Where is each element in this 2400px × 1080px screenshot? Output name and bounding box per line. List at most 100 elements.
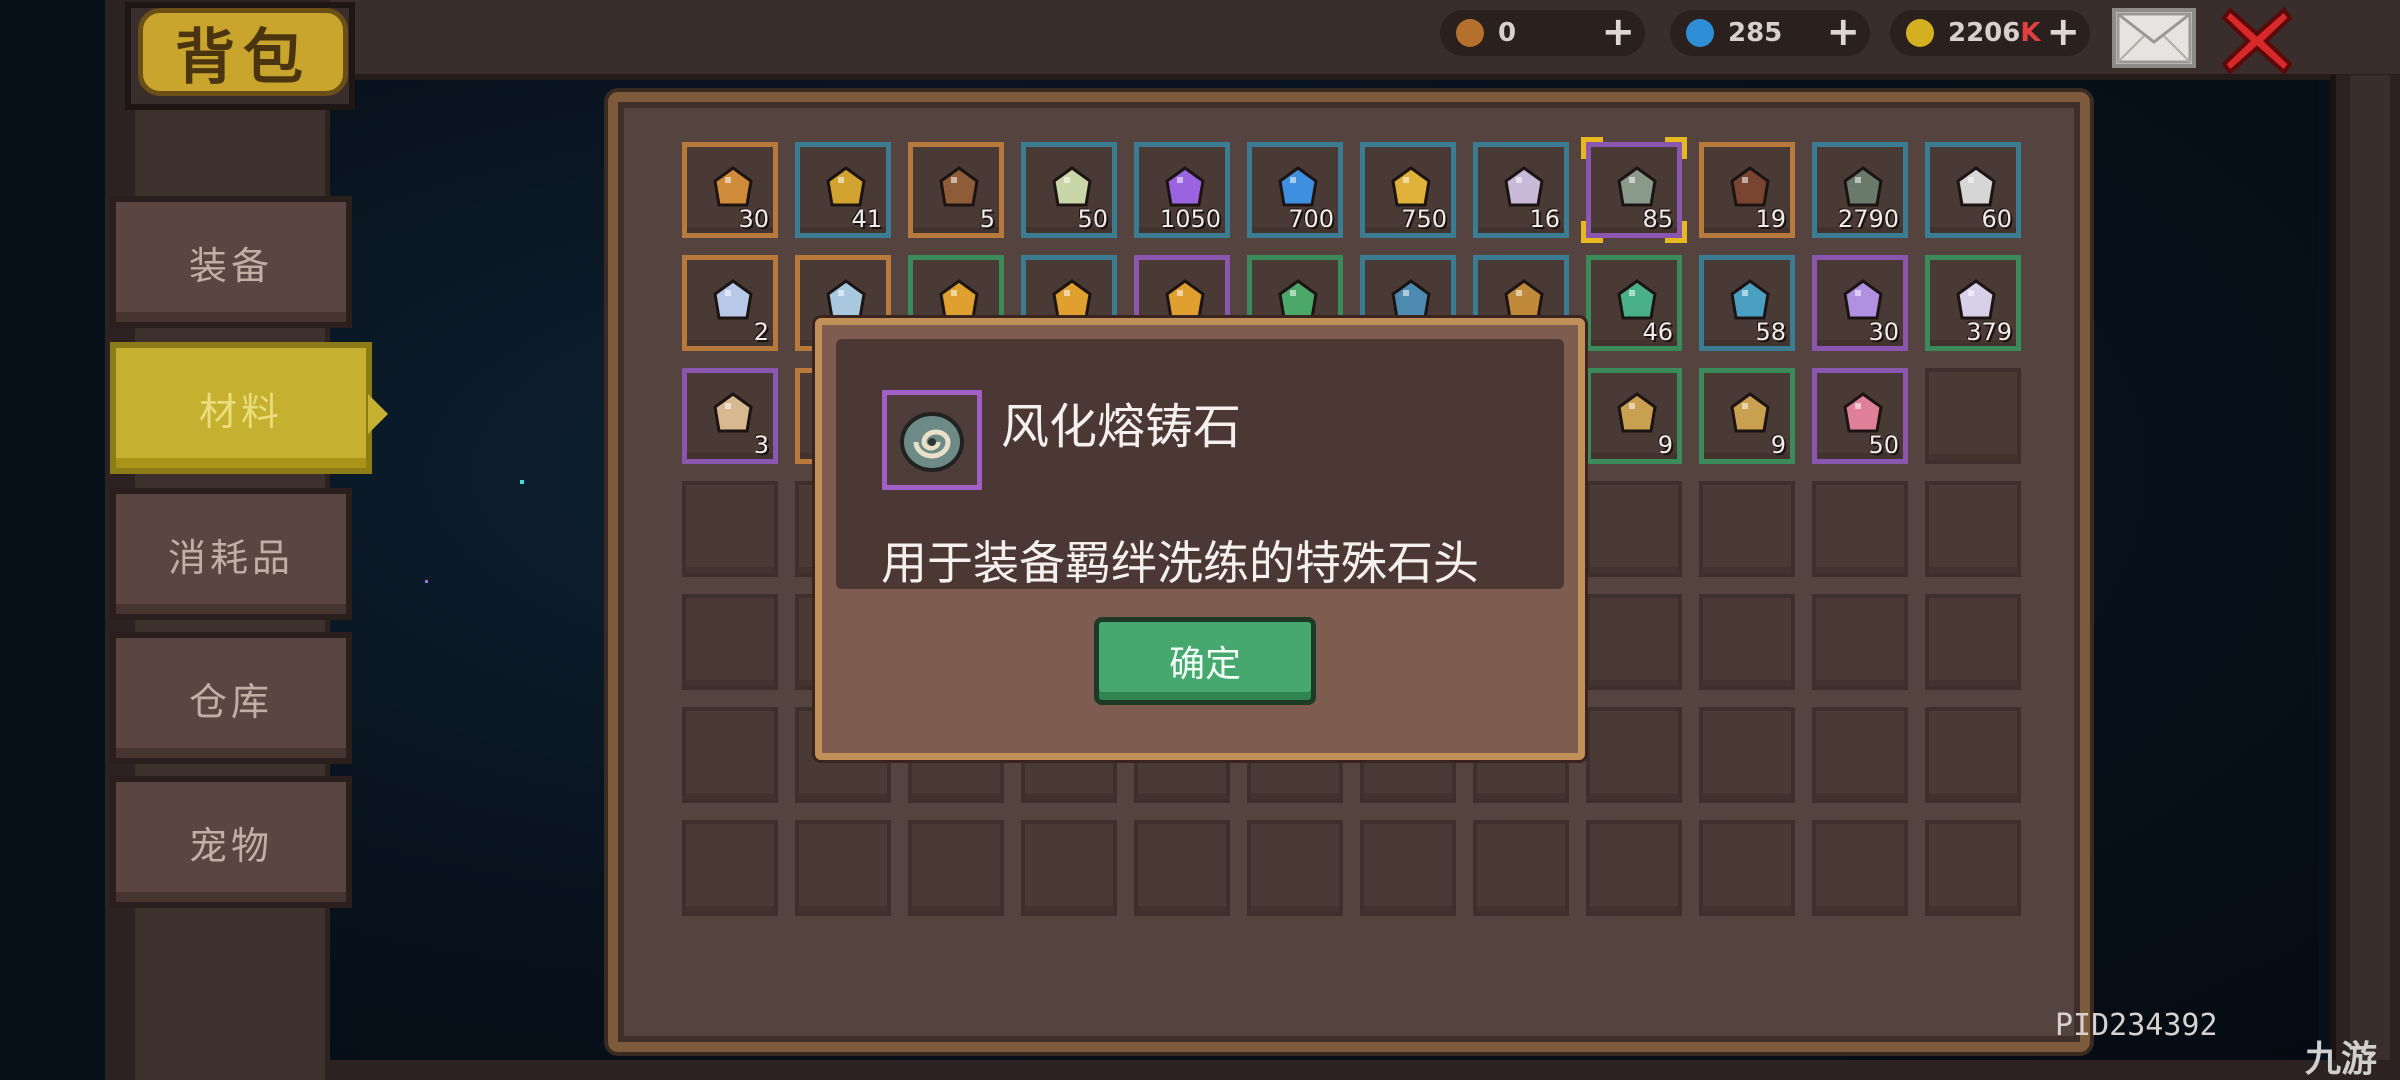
item-count: 750 xyxy=(1401,205,1447,233)
mail-button[interactable] xyxy=(2112,8,2196,68)
inventory-slot[interactable]: 30 xyxy=(682,142,778,238)
empty-slot[interactable] xyxy=(1925,707,2021,803)
close-button[interactable] xyxy=(2221,6,2293,76)
item-count: 700 xyxy=(1288,205,1334,233)
item-count: 2790 xyxy=(1837,205,1899,233)
tab-2[interactable]: 消耗品 xyxy=(110,488,352,620)
gold-currency: 2206 K + xyxy=(1890,10,2090,56)
gold-currency-icon xyxy=(1906,19,1934,47)
item-count: 9 xyxy=(1657,431,1673,459)
page-title-badge: 背包 xyxy=(138,8,348,96)
empty-slot[interactable] xyxy=(682,820,778,916)
empty-slot[interactable] xyxy=(1699,594,1795,690)
inventory-slot[interactable]: 30 xyxy=(1812,255,1908,351)
confirm-button[interactable]: 确定 xyxy=(1094,617,1316,705)
player-id: PID234392 xyxy=(2055,1008,2218,1043)
inventory-slot[interactable]: 5 xyxy=(908,142,1004,238)
empty-slot[interactable] xyxy=(1586,594,1682,690)
empty-slot[interactable] xyxy=(908,820,1004,916)
item-count: 60 xyxy=(1981,205,2012,233)
inventory-slot[interactable]: 379 xyxy=(1925,255,2021,351)
map-scroll-icon xyxy=(1730,392,1770,433)
key-currency-icon xyxy=(1456,19,1484,47)
empty-slot[interactable] xyxy=(1247,820,1343,916)
empty-slot[interactable] xyxy=(1699,707,1795,803)
star xyxy=(425,580,428,583)
bone-chain-icon xyxy=(713,392,753,433)
envelope-icon xyxy=(2116,12,2192,64)
empty-slot[interactable] xyxy=(1925,481,2021,577)
item-count: 50 xyxy=(1077,205,1108,233)
empty-slot[interactable] xyxy=(682,707,778,803)
watermark: 九游 xyxy=(2305,1039,2378,1080)
empty-slot[interactable] xyxy=(1586,481,1682,577)
item-count: 3 xyxy=(753,431,769,459)
empty-slot[interactable] xyxy=(682,481,778,577)
empty-slot[interactable] xyxy=(1812,481,1908,577)
item-count: 2 xyxy=(753,318,769,346)
inventory-slot[interactable]: 9 xyxy=(1586,368,1682,464)
selection-corner xyxy=(1665,221,1687,243)
inventory-slot[interactable]: 700 xyxy=(1247,142,1343,238)
game-screen: 背包 装备 材料 消耗品 仓库 宠物 0 +285 +2206 K + 30 41 5 50 1050 7… xyxy=(0,0,2400,1080)
key-currency: 0 + xyxy=(1440,10,1645,56)
inventory-slot[interactable]: 2 xyxy=(682,255,778,351)
add-gem-currency-button[interactable]: + xyxy=(1826,12,1860,52)
tab-3[interactable]: 仓库 xyxy=(110,632,352,764)
tab-4[interactable]: 宠物 xyxy=(110,776,352,908)
empty-slot[interactable] xyxy=(1473,820,1569,916)
gem-currency-value: 285 xyxy=(1728,18,1783,48)
gem-currency-icon xyxy=(1686,19,1714,47)
confirm-button-label: 确定 xyxy=(1168,644,1241,685)
empty-slot[interactable] xyxy=(1586,820,1682,916)
inventory-slot[interactable]: 50 xyxy=(1812,368,1908,464)
inventory-slot[interactable]: 1050 xyxy=(1134,142,1230,238)
item-name: 风化熔铸石 xyxy=(1001,399,1242,455)
add-gold-currency-button[interactable]: + xyxy=(2046,12,2080,52)
item-description: 用于装备羁绊洗练的特殊石头 xyxy=(881,536,1479,590)
empty-slot[interactable] xyxy=(1360,820,1456,916)
weathered-stone-icon xyxy=(900,412,964,472)
item-count: 50 xyxy=(1868,431,1899,459)
inventory-slot[interactable]: 3 xyxy=(682,368,778,464)
empty-slot[interactable] xyxy=(795,820,891,916)
tab-label: 装备 xyxy=(188,243,273,288)
item-count: 19 xyxy=(1755,205,1786,233)
empty-slot[interactable] xyxy=(1134,820,1230,916)
empty-slot[interactable] xyxy=(1812,594,1908,690)
scroll-tube-icon xyxy=(939,166,979,207)
empty-slot[interactable] xyxy=(1021,820,1117,916)
inventory-slot[interactable]: 50 xyxy=(1021,142,1117,238)
empty-slot[interactable] xyxy=(1586,707,1682,803)
dialog-content: 风化熔铸石 用于装备羁绊洗练的特殊石头 xyxy=(836,339,1564,590)
empty-slot[interactable] xyxy=(1925,594,2021,690)
tab-0[interactable]: 装备 xyxy=(110,196,352,328)
item-detail-dialog: 风化熔铸石 用于装备羁绊洗练的特殊石头 确定 xyxy=(815,318,1585,760)
inventory-slot[interactable]: 60 xyxy=(1925,142,2021,238)
inventory-slot[interactable]: 85 xyxy=(1581,137,1687,243)
tab-label: 仓库 xyxy=(188,679,273,724)
inventory-slot[interactable]: 16 xyxy=(1473,142,1569,238)
empty-slot[interactable] xyxy=(1925,368,2021,464)
empty-slot[interactable] xyxy=(1699,481,1795,577)
item-count: 16 xyxy=(1529,205,1560,233)
star xyxy=(520,480,524,484)
bottom-frame xyxy=(105,1060,2400,1080)
page-title: 背包 xyxy=(175,22,311,93)
inventory-slot[interactable]: 750 xyxy=(1360,142,1456,238)
inventory-slot[interactable]: 41 xyxy=(795,142,891,238)
empty-slot[interactable] xyxy=(682,594,778,690)
inventory-slot[interactable]: 58 xyxy=(1699,255,1795,351)
item-count: 379 xyxy=(1966,318,2012,346)
add-key-currency-button[interactable]: + xyxy=(1601,12,1635,52)
tab-1[interactable]: 材料 xyxy=(110,342,388,474)
inventory-slot[interactable]: 19 xyxy=(1699,142,1795,238)
item-count: 41 xyxy=(851,205,882,233)
inventory-slot[interactable]: 46 xyxy=(1586,255,1682,351)
inventory-slot[interactable]: 9 xyxy=(1699,368,1795,464)
empty-slot[interactable] xyxy=(1699,820,1795,916)
empty-slot[interactable] xyxy=(1925,820,2021,916)
empty-slot[interactable] xyxy=(1812,707,1908,803)
inventory-slot[interactable]: 2790 xyxy=(1812,142,1908,238)
empty-slot[interactable] xyxy=(1812,820,1908,916)
